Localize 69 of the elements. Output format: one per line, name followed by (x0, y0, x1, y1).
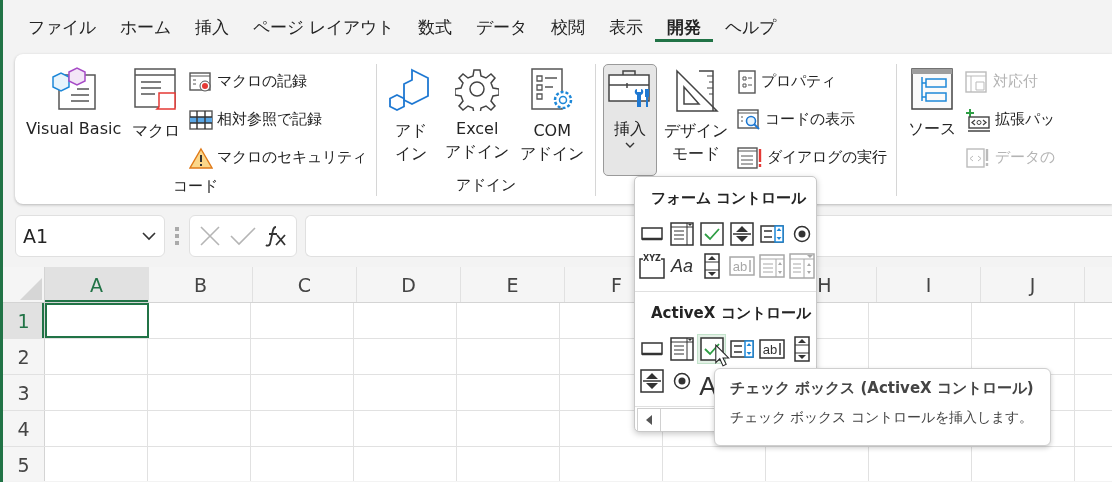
column-header[interactable]: C (253, 267, 357, 302)
grid-icon (189, 109, 214, 130)
ribbon-command[interactable]: マクロのセキュリティ (187, 140, 370, 175)
insert-dropdown-button[interactable]: 挿入 (603, 64, 658, 176)
ribbon-command[interactable]: ダイアログの実行 (735, 140, 890, 175)
ribbon-command[interactable]: 拡張パッ (963, 102, 1058, 137)
ribbon-tab[interactable]: ファイル (16, 12, 108, 42)
ribbon-button[interactable]: ソース (904, 64, 961, 143)
magnifier-window-icon (737, 107, 762, 132)
checkbox-icon[interactable] (697, 219, 726, 249)
ribbon-tab[interactable]: 表示 (597, 12, 656, 42)
xml-source-icon (910, 67, 955, 111)
group-label: アドイン (455, 175, 518, 196)
ribbon-tab[interactable]: データ (464, 12, 540, 42)
column-header[interactable]: A (45, 267, 149, 302)
ribbon-button[interactable]: Excel アドイン (441, 64, 514, 166)
expansion-pack-icon (965, 107, 992, 132)
ribbon-tab[interactable]: ヘルプ (713, 12, 789, 42)
ribbon-button[interactable]: アドイン (384, 64, 439, 168)
tooltip-description: チェック ボックス コントロールを挿入します。 (730, 408, 1034, 427)
ribbon-command[interactable]: コードの表示 (735, 102, 890, 137)
chevron-icon (142, 231, 156, 241)
dialog-run-icon (737, 145, 764, 170)
function-icon[interactable] (265, 225, 288, 247)
column-header[interactable]: E (461, 267, 565, 302)
ribbon-tab[interactable]: ホーム (108, 12, 183, 42)
ribbon-button[interactable]: COM アドイン (516, 64, 589, 168)
ribbon-command[interactable]: マクロの記録 (187, 64, 370, 99)
spin-button-icon[interactable] (727, 219, 756, 249)
spin-button-icon[interactable] (637, 366, 666, 396)
ribbon-button[interactable]: マクロ (128, 64, 185, 145)
section-heading: ActiveX コントロール (650, 303, 812, 324)
row-header[interactable]: 3 (3, 375, 45, 410)
gear-icon (455, 67, 500, 111)
ribbon-command[interactable]: プロパティ (735, 64, 890, 99)
chevron-icon (625, 142, 636, 149)
ribbon-tab[interactable]: ページ レイアウト (241, 12, 407, 42)
ribbon-button[interactable]: Visual Basic (22, 64, 126, 143)
properties-icon (737, 69, 758, 94)
group-label: コード (172, 176, 220, 197)
form-gear-icon (530, 67, 575, 113)
ribbon-tab[interactable]: 開発 (655, 12, 714, 42)
column-header[interactable]: I (877, 267, 981, 302)
record-macro-icon (189, 70, 214, 93)
tooltip-title: チェック ボックス (ActiveX コントロール) (730, 378, 1035, 398)
row-header[interactable]: 2 (3, 339, 45, 374)
grip-icon[interactable] (175, 226, 179, 246)
column-header[interactable]: B (149, 267, 253, 302)
active-cell[interactable] (45, 303, 149, 338)
column-header[interactable]: D (357, 267, 461, 302)
table-map-icon (965, 70, 990, 93)
combo-box-icon[interactable] (667, 219, 696, 249)
ribbon-command[interactable]: 相対参照で記録 (187, 102, 370, 137)
checkmark-icon[interactable] (230, 226, 256, 246)
combo-box-icon[interactable] (667, 334, 696, 364)
section-heading: フォーム コントロール (650, 188, 808, 209)
ribbon-button[interactable]: デザインモード (660, 64, 733, 168)
name-box[interactable]: A1 (15, 215, 165, 257)
ribbon-tab[interactable]: 校閲 (539, 12, 598, 42)
mouse-cursor-icon (715, 344, 731, 367)
label-icon[interactable]: Aa (667, 251, 696, 281)
row-header[interactable]: 5 (3, 447, 45, 481)
column-header[interactable]: J (981, 267, 1085, 302)
ribbon-tab[interactable]: 数式 (406, 12, 465, 42)
warning-icon (189, 146, 214, 169)
row-header[interactable]: 1 (3, 303, 45, 338)
ribbon-tab[interactable]: 挿入 (183, 12, 241, 42)
row-header[interactable]: 4 (3, 411, 45, 446)
scroll-left-icon[interactable] (646, 415, 652, 425)
